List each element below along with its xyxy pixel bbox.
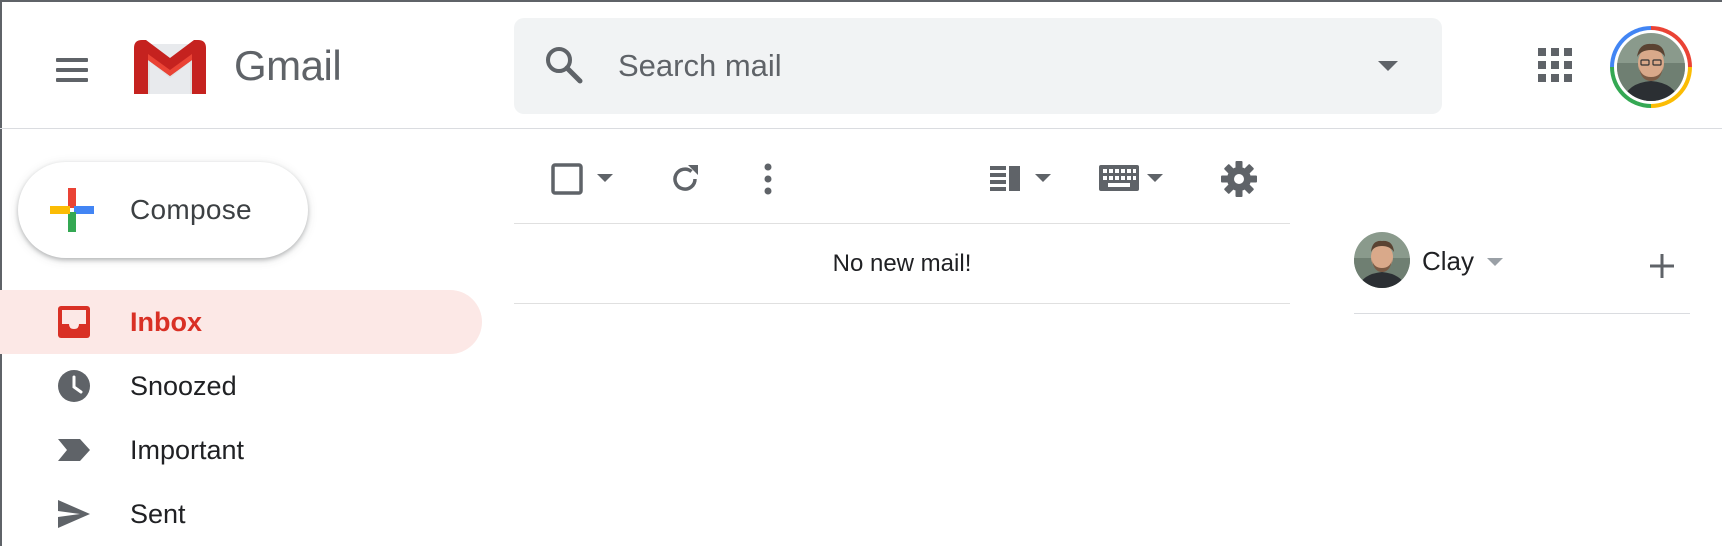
chat-status-chevron-down-icon[interactable] [1486,256,1504,268]
sidebar-item-important[interactable]: Important [0,418,482,482]
compose-plus-icon [50,188,94,232]
search-bar [514,18,1442,114]
chat-panel-header: Clay [1354,230,1690,314]
sidebar-item-inbox[interactable]: Inbox [0,290,482,354]
sidebar-item-sent[interactable]: Sent [0,482,482,546]
sidebar-item-label: Important [130,435,245,465]
main-menu-icon[interactable] [50,50,94,90]
sidebar-item-snoozed[interactable]: Snoozed [0,354,482,418]
mail-toolbar [514,140,1290,224]
empty-message: No new mail! [832,250,972,277]
chat-user-name[interactable]: Clay [1422,246,1474,277]
clock-icon [58,370,90,402]
important-icon [58,439,90,461]
gear-icon[interactable] [1220,160,1258,198]
sidebar-nav: Inbox Snoozed Important Sent [0,290,482,546]
gmail-logo[interactable] [132,38,208,96]
refresh-icon[interactable] [668,162,702,196]
search-input[interactable] [618,42,1318,90]
select-options-chevron-down-icon[interactable] [596,172,614,184]
split-pane-icon[interactable] [988,162,1022,196]
app-name: Gmail [234,42,342,89]
sidebar-item-label: Snoozed [130,371,237,401]
send-icon [58,500,90,528]
sidebar-item-label: Sent [130,499,186,529]
split-pane-chevron-down-icon[interactable] [1034,172,1052,184]
search-options-chevron-down-icon[interactable] [1376,58,1400,74]
chat-user-avatar[interactable] [1354,232,1410,288]
new-chat-plus-icon[interactable] [1646,250,1678,282]
inbox-icon [58,306,90,338]
input-tools-chevron-down-icon[interactable] [1146,172,1164,184]
compose-button[interactable]: Compose [18,162,308,258]
app-header: Gmail [0,2,1722,129]
apps-grid-icon[interactable] [1536,46,1574,84]
user-photo-icon [1617,33,1685,101]
select-all-checkbox-icon[interactable] [550,162,584,196]
sidebar-item-label: Inbox [130,307,202,337]
more-vert-icon[interactable] [762,162,774,196]
compose-label: Compose [130,194,252,225]
account-avatar[interactable] [1610,26,1692,108]
mail-list-empty: No new mail! [514,224,1290,304]
search-icon[interactable] [544,45,584,85]
keyboard-icon[interactable] [1098,164,1140,192]
